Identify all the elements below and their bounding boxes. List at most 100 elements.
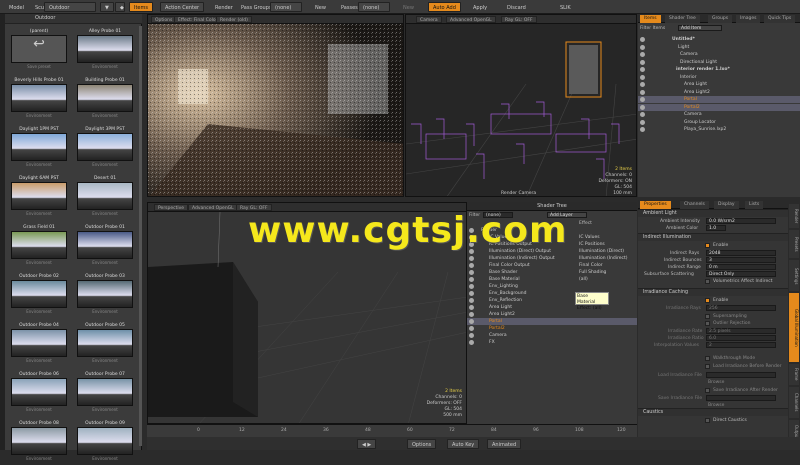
preset-item[interactable]: Outdoor Probe 06 Environment: [9, 371, 69, 416]
visibility-eye-icon[interactable]: [469, 256, 474, 261]
options-button[interactable]: Options: [407, 439, 437, 449]
volumetrics-checkbox[interactable]: [705, 279, 710, 284]
item-row[interactable]: Interior: [638, 74, 800, 81]
visibility-eye-icon[interactable]: [469, 305, 474, 310]
visibility-eye-icon[interactable]: [469, 270, 474, 275]
select-mode-icon[interactable]: ▼: [100, 2, 114, 12]
preset-item[interactable]: Outdoor Probe 04 Environment: [9, 322, 69, 367]
properties-tab[interactable]: Display: [714, 201, 739, 209]
indirect-section[interactable]: Indirect Illumination: [638, 233, 788, 241]
load-file-field[interactable]: [706, 372, 776, 378]
item-row[interactable]: Light: [638, 44, 800, 51]
item-row[interactable]: Portal2: [638, 103, 800, 111]
shader-row[interactable]: Final Color Output Final Color: [467, 262, 637, 269]
supersampling-checkbox[interactable]: [705, 314, 710, 319]
camera-viewport[interactable]: Camera Advanced OpenGL Ray GL: OFF 2 Ite…: [405, 14, 637, 197]
slik-label[interactable]: SLIK: [555, 2, 576, 12]
preset-item[interactable]: Alley Probe 01 Environment: [75, 28, 135, 73]
visibility-eye-icon[interactable]: [640, 44, 645, 50]
visibility-eye-icon[interactable]: [640, 37, 645, 42]
play-controls-icon[interactable]: ◀ ▶: [357, 439, 377, 449]
preset-item[interactable]: Grass Field 01 Environment: [9, 224, 69, 269]
save-after-checkbox[interactable]: [705, 388, 710, 393]
apply-button[interactable]: Apply: [468, 2, 492, 12]
camera-gl-tab[interactable]: Advanced OpenGL: [446, 16, 496, 23]
interpolation-field[interactable]: 2: [706, 342, 776, 348]
persp-gl-tab[interactable]: Advanced OpenGL: [188, 204, 238, 211]
preset-item[interactable]: Daylight 6AM PST Environment: [9, 175, 69, 220]
preset-item[interactable]: (parent) ↩ Save preset: [9, 28, 69, 73]
shader-row[interactable]: FX: [467, 339, 637, 346]
visibility-eye-icon[interactable]: [469, 298, 474, 303]
properties-side-tab[interactable]: Frame: [789, 364, 799, 385]
preset-item[interactable]: Daylight 3PM PST Environment: [75, 126, 135, 171]
visibility-eye-icon[interactable]: [640, 74, 645, 80]
properties-side-tab[interactable]: Global Illumination: [789, 293, 799, 362]
timeline[interactable]: 0 12 24 36 48 60 72 84 96 108 120: [147, 424, 637, 437]
visibility-eye-icon[interactable]: [640, 89, 645, 95]
visibility-eye-icon[interactable]: [640, 104, 645, 110]
shader-row[interactable]: Illumination (Indirect) Output Illuminati…: [467, 255, 637, 262]
render-button[interactable]: Render: [210, 2, 238, 12]
items-tab[interactable]: Items: [640, 15, 661, 23]
irradiance-ratio-field[interactable]: 6.0: [706, 335, 776, 341]
indirect-rays-field[interactable]: 2048: [706, 250, 776, 256]
item-row[interactable]: Portal: [638, 96, 800, 103]
load-browse-button[interactable]: Browse: [708, 379, 724, 386]
shader-row[interactable]: Camera: [467, 332, 637, 339]
shader-row[interactable]: Area Light2: [467, 311, 637, 318]
visibility-eye-icon[interactable]: [640, 119, 645, 125]
visibility-eye-icon[interactable]: [469, 291, 474, 296]
properties-side-tab[interactable]: Render: [789, 204, 799, 229]
properties-tab[interactable]: Lists: [745, 201, 764, 209]
visibility-eye-icon[interactable]: [640, 97, 645, 102]
visibility-eye-icon[interactable]: [469, 284, 474, 289]
item-row[interactable]: Playa_Sunrise.lxp2: [638, 126, 800, 133]
visibility-eye-icon[interactable]: [469, 333, 474, 338]
animated-button[interactable]: Animated: [487, 439, 522, 449]
item-row[interactable]: Camera: [638, 51, 800, 58]
discard-button[interactable]: Discard: [502, 2, 531, 12]
visibility-eye-icon[interactable]: [640, 112, 645, 117]
visibility-eye-icon[interactable]: [640, 67, 645, 72]
direct-caustics-checkbox[interactable]: [705, 418, 710, 423]
visibility-eye-icon[interactable]: [469, 340, 474, 345]
items-mode-button[interactable]: Items: [129, 2, 153, 12]
visibility-eye-icon[interactable]: [469, 312, 474, 317]
visibility-eye-icon[interactable]: [640, 52, 645, 57]
properties-tab[interactable]: Properties: [640, 201, 671, 209]
walkthrough-checkbox[interactable]: [705, 356, 710, 361]
browser-scrollbar[interactable]: [139, 26, 142, 446]
visibility-eye-icon[interactable]: [640, 59, 645, 65]
new-pass-button[interactable]: New: [398, 2, 419, 12]
preset-item[interactable]: Outdoor Probe 08 Environment: [9, 420, 69, 465]
action-center-button[interactable]: Action Center: [160, 2, 205, 12]
shader-row[interactable]: Portal: [467, 318, 637, 325]
visibility-eye-icon[interactable]: [469, 277, 474, 282]
item-row[interactable]: Untitled*: [638, 36, 800, 43]
item-row[interactable]: Area Light2: [638, 89, 800, 96]
add-item-button[interactable]: Add Item: [678, 25, 722, 31]
item-row[interactable]: Camera: [638, 111, 800, 118]
passes-select[interactable]: (none): [358, 2, 390, 12]
preset-item[interactable]: Building Probe 01 Environment: [75, 77, 135, 122]
ambient-intensity-field[interactable]: 0.0 W/srm2: [706, 218, 776, 224]
indirect-range-field[interactable]: 0 m: [706, 264, 776, 270]
properties-tab[interactable]: Channels: [680, 201, 709, 209]
subsurface-select[interactable]: Direct Only: [706, 271, 776, 277]
outlier-checkbox[interactable]: [705, 321, 710, 326]
tab-model[interactable]: Model: [4, 2, 29, 12]
shader-row[interactable]: Env_Reflection: [467, 297, 637, 304]
perspective-tab[interactable]: Perspective: [154, 204, 189, 211]
irradiance-section[interactable]: Irradiance Caching: [638, 288, 788, 296]
auto-add-button[interactable]: Auto Add: [428, 2, 461, 12]
auto-key-button[interactable]: Auto Key: [447, 439, 480, 449]
irradiance-rays-field[interactable]: 256: [706, 305, 776, 311]
preset-item[interactable]: Outdoor Probe 02 Environment: [9, 273, 69, 318]
preset-item[interactable]: Outdoor Probe 07 Environment: [75, 371, 135, 416]
visibility-eye-icon[interactable]: [469, 263, 474, 268]
properties-side-tab[interactable]: Presets: [789, 230, 799, 259]
browser-folder-label[interactable]: Outdoor: [35, 15, 55, 21]
items-tab[interactable]: Shader Tree: [665, 15, 700, 23]
item-row[interactable]: Area Light: [638, 81, 800, 88]
